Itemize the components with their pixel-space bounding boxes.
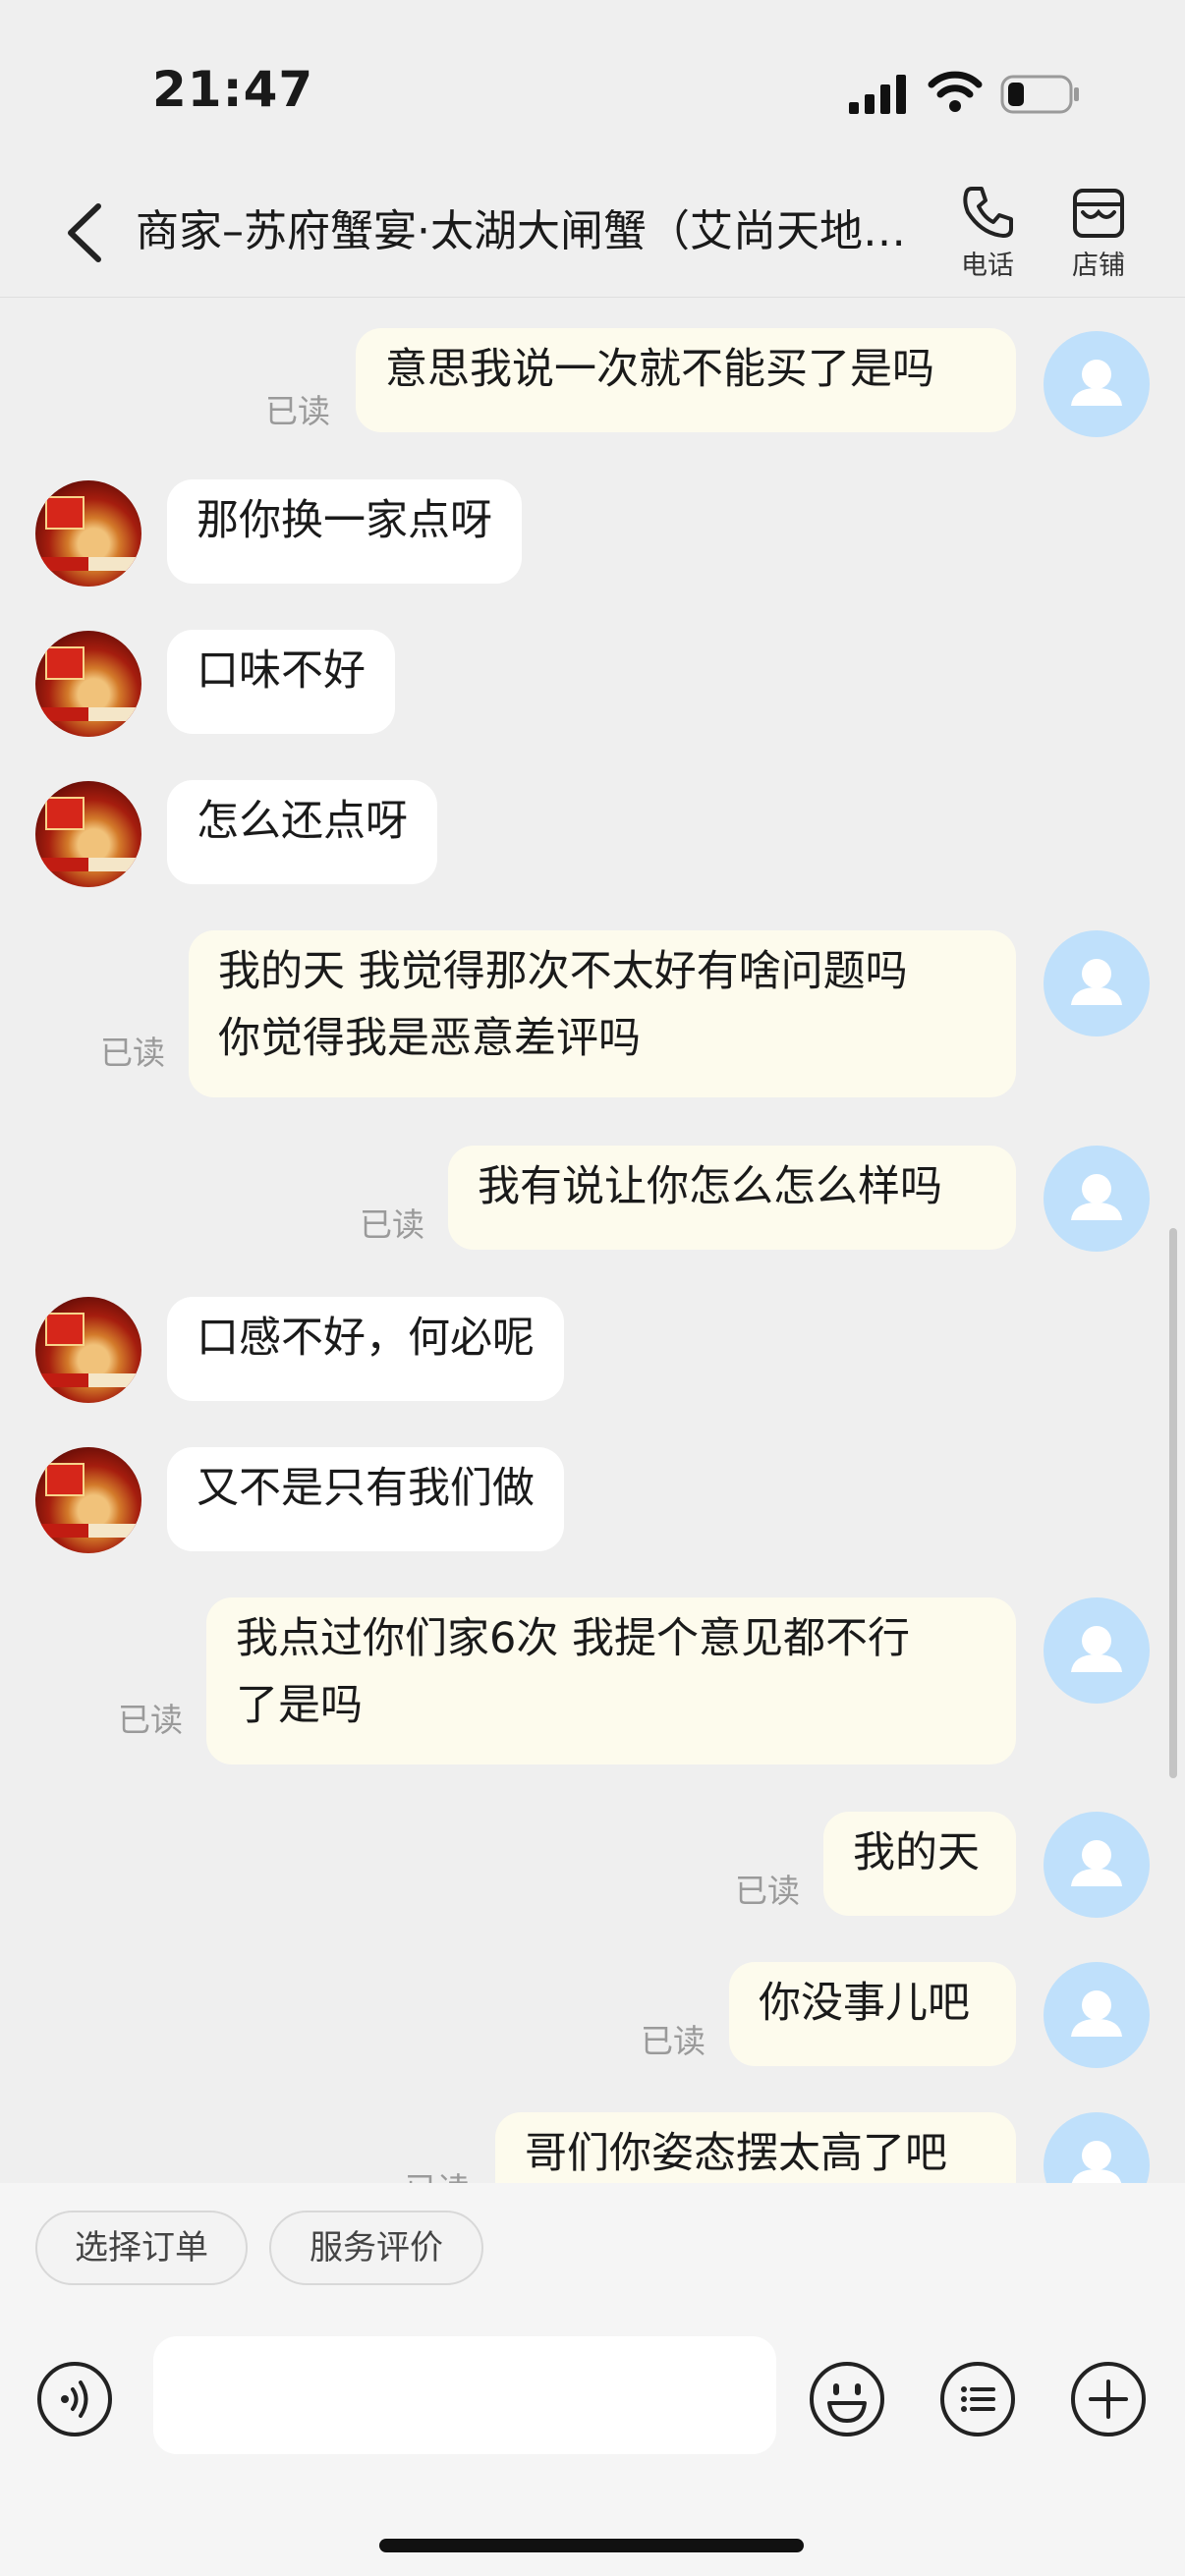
read-status: 已读 [360,1205,424,1244]
message-text: 那你换一家点呀 [197,496,492,545]
message-text: 你没事儿吧 [759,1979,970,2028]
user-avatar-icon [1071,2141,1122,2183]
user-avatar-icon [1071,959,1122,1005]
message-bubble[interactable]: 口感不好，何必呢 [167,1297,564,1401]
composer-panel: 选择订单 服务评价 [0,2183,1185,2576]
user-avatar-icon [1071,1626,1122,1672]
message-bubble[interactable]: 那你换一家点呀 [167,479,522,584]
chat-header: 商家–苏府蟹宴·太湖大闸蟹（艾尚天地店） 电话 店铺 [0,177,1185,298]
message-text: 我的天 [853,1828,980,1877]
user-avatar-icon [1071,360,1122,406]
message-text: 我有说让你怎么怎么样吗 [478,1162,942,1211]
message-text: 你觉得我是恶意差评吗 [218,1014,641,1063]
select-order-button[interactable]: 选择订单 [35,2211,248,2285]
message-bubble[interactable]: 我的天 我觉得那次不太好有啥问题吗 你觉得我是恶意差评吗 [189,930,1016,1097]
message-bubble[interactable]: 怎么还点呀 [167,780,437,884]
user-avatar[interactable] [1044,331,1150,437]
merchant-avatar[interactable] [35,1447,141,1553]
message-text: 了是吗 [236,1681,363,1730]
signal-icon [849,75,906,114]
message-text: 我的天 我觉得那次不太好有啥问题吗 [218,947,908,996]
read-status: 已读 [735,1872,800,1910]
scrollbar[interactable] [1169,1228,1177,1778]
service-review-button[interactable]: 服务评价 [269,2211,483,2285]
read-status: 已读 [100,1034,165,1072]
read-status: 已读 [118,1701,183,1739]
user-avatar[interactable] [1044,930,1150,1036]
wifi-icon [928,71,983,112]
message-bubble[interactable]: 我有说让你怎么怎么样吗 [448,1146,1016,1250]
store-button[interactable]: 店铺 [1049,183,1148,282]
message-text: 又不是只有我们做 [197,1464,535,1513]
user-avatar[interactable] [1044,1146,1150,1252]
user-avatar[interactable] [1044,1597,1150,1704]
message-bubble[interactable]: 你没事儿吧 [729,1962,1016,2066]
merchant-avatar[interactable] [35,781,141,887]
message-bubble[interactable]: 我点过你们家6次 我提个意见都不行 了是吗 [206,1597,1016,1764]
message-text: 口感不好，何必呢 [197,1314,535,1363]
plus-icon[interactable] [1069,2360,1148,2438]
merchant-avatar[interactable] [35,1297,141,1403]
user-avatar-icon [1071,1174,1122,1220]
read-status: 已读 [405,2163,470,2183]
merchant-avatar[interactable] [35,631,141,737]
message-text: 口味不好 [197,646,366,696]
message-bubble[interactable]: 哥们你姿态摆太高了吧 [495,2112,1016,2183]
message-text: 意思我说一次就不能买了是吗 [385,345,934,394]
battery-icon [1000,75,1079,114]
user-avatar[interactable] [1044,1962,1150,2068]
back-icon[interactable] [57,198,116,267]
list-menu-icon[interactable] [938,2360,1017,2438]
message-text: 怎么还点呀 [197,797,408,846]
message-text: 我点过你们家6次 我提个意见都不行 [236,1614,911,1663]
message-bubble[interactable]: 又不是只有我们做 [167,1447,564,1551]
read-status: 已读 [265,392,330,430]
phone-button[interactable]: 电话 [938,183,1037,282]
message-bubble[interactable]: 意思我说一次就不能买了是吗 [356,328,1016,432]
status-bar: 21:47 [0,0,1185,177]
phone-label: 电话 [961,251,1014,281]
phone-icon [963,187,1013,238]
merchant-avatar[interactable] [35,480,141,587]
store-icon [1073,189,1124,238]
message-list[interactable]: 已读 意思我说一次就不能买了是吗 那你换一家点呀 口味不好 怎么还点呀 已读 我… [0,297,1185,2183]
message-input[interactable] [153,2336,776,2454]
message-text: 哥们你姿态摆太高了吧 [525,2129,947,2178]
voice-icon[interactable] [35,2360,114,2438]
user-avatar[interactable] [1044,1812,1150,1918]
emoji-icon[interactable] [808,2360,886,2438]
user-avatar-icon [1071,1990,1122,2037]
home-indicator [379,2539,804,2552]
message-bubble[interactable]: 我的天 [823,1812,1016,1916]
user-avatar-icon [1071,1840,1122,1886]
store-label: 店铺 [1072,251,1125,281]
user-avatar[interactable] [1044,2112,1150,2183]
chat-title[interactable]: 商家–苏府蟹宴·太湖大闸蟹（艾尚天地店） [136,202,943,261]
status-time: 21:47 [152,61,314,118]
read-status: 已读 [641,2022,705,2060]
message-bubble[interactable]: 口味不好 [167,630,395,734]
